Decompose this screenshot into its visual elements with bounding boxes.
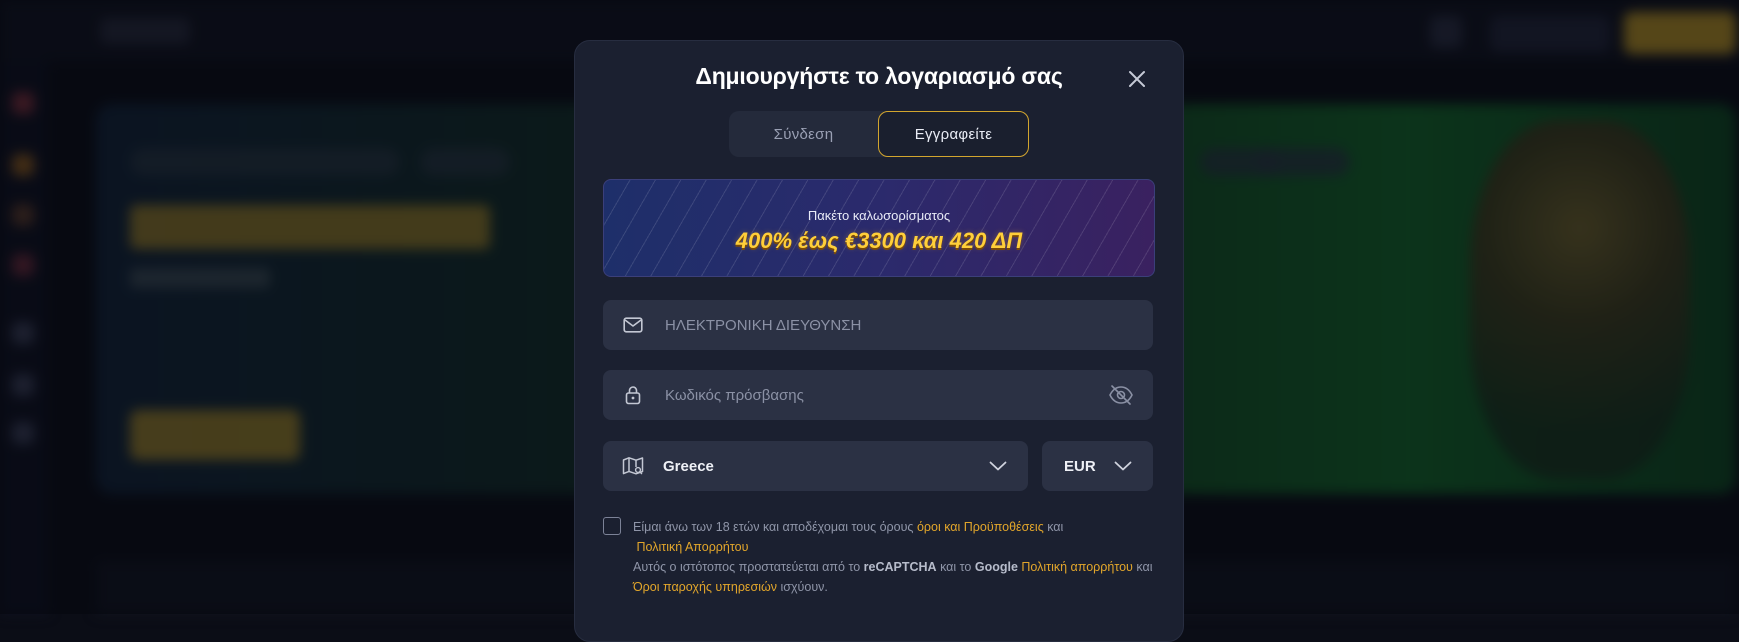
consent-text-part: Είμαι άνω των 18 ετών και αποδέχομαι του… [633,520,914,534]
welcome-bonus-banner: Πακέτο καλωσορίσματος 400% έως €3300 και… [603,179,1155,277]
password-input[interactable] [663,385,1107,405]
map-icon [621,454,645,478]
close-icon [1129,71,1145,87]
close-button[interactable] [1121,63,1153,95]
signup-modal: Δημιουργήστε το λογαριασμό σας Σύνδεση Ε… [574,40,1184,642]
chevron-down-icon [988,456,1008,476]
tab-register[interactable]: Εγγραφείτε [878,111,1029,157]
eye-off-icon[interactable] [1107,381,1135,409]
privacy-policy-link[interactable]: Πολιτική Απορρήτου [636,540,748,554]
promo-caption: Πακέτο καλωσορίσματος [807,208,951,223]
google-label: Google [974,560,1018,574]
recaptcha-label: reCAPTCHA [863,560,937,574]
auth-tabs: Σύνδεση Εγγραφείτε [729,111,1029,157]
email-input[interactable] [663,315,1153,335]
country-value: Greece [663,457,714,475]
consent-text: Είμαι άνω των 18 ετών και αποδέχομαι του… [633,517,1153,597]
currency-select[interactable]: EUR [1042,441,1153,491]
tab-login[interactable]: Σύνδεση [729,111,878,157]
chevron-down-icon [1113,456,1133,476]
consent-text-part: και [1047,520,1064,534]
terms-link[interactable]: όροι και Προϋποθέσεις [917,520,1044,534]
google-privacy-link[interactable]: Πολιτική απορρήτου [1021,560,1133,574]
mail-icon [621,313,645,337]
password-field [603,370,1153,420]
currency-value: EUR [1064,457,1096,475]
recaptcha-text: Αυτός ο ιστότοπος προστατεύεται από το [633,560,861,574]
promo-offer: 400% έως €3300 και 420 ΔΠ [735,228,1023,253]
consent-text-part: και το [940,560,972,574]
country-select[interactable]: Greece [603,441,1028,491]
consent-text-part: ισχύουν. [780,580,828,594]
modal-title: Δημιουργήστε το λογαριασμό σας [695,63,1063,89]
consent-text-part: και [1136,560,1153,574]
age-terms-checkbox[interactable] [603,517,621,535]
lock-icon [621,383,645,407]
google-terms-link[interactable]: Όροι παροχής υπηρεσιών [633,580,777,594]
email-field [603,300,1153,350]
